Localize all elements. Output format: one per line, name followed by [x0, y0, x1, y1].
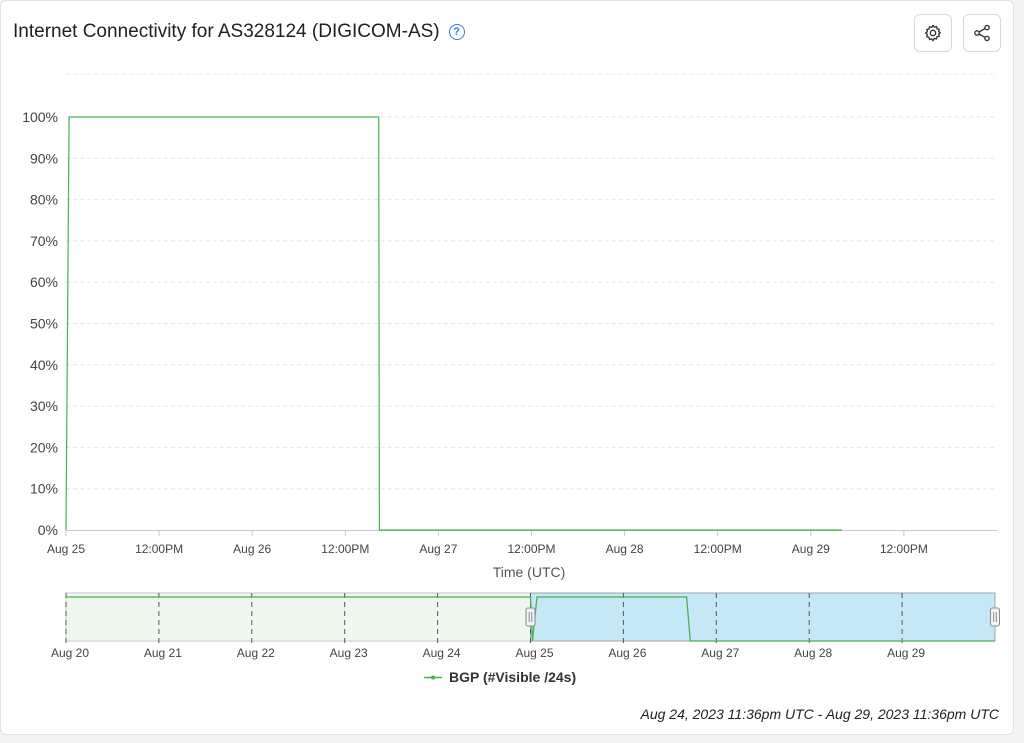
navigator-ticks: Aug 20 Aug 21 Aug 22 Aug 23 Aug 24 Aug 25 Aug … [51, 646, 925, 660]
x-axis-ticks: Aug 25 12:00PM Aug 26 12:00PM Aug 27 12:00PM A… [47, 530, 928, 556]
y-tick-label: 90% [30, 150, 58, 166]
x-tick-label: Aug 29 [792, 542, 830, 556]
navigator-tick-label: Aug 26 [608, 646, 646, 660]
y-tick-label: 70% [30, 233, 58, 249]
navigator-tick-label: Aug 22 [237, 646, 275, 660]
x-axis-label: Time (UTC) [493, 564, 566, 580]
x-tick-label: 12:00PM [321, 542, 369, 556]
legend-dot-marker [431, 675, 435, 680]
navigator-tick-label: Aug 23 [330, 646, 368, 660]
x-tick-label: 12:00PM [135, 542, 183, 556]
y-tick-label: 40% [30, 357, 58, 373]
navigator-right-handle[interactable] [990, 607, 1000, 627]
time-navigator[interactable]: Aug 20 Aug 21 Aug 22 Aug 23 Aug 24 Aug 25 Aug … [51, 592, 1000, 660]
y-tick-label: 80% [30, 192, 58, 208]
main-chart[interactable]: 0% 10% 20% 30% 40% 50% 60% 70% 80% 90% 100% Aug 25… [1, 1, 1013, 701]
y-tick-label: 50% [30, 316, 58, 332]
y-tick-label: 30% [30, 398, 58, 414]
x-tick-label: 12:00PM [694, 542, 742, 556]
legend-label[interactable]: BGP (#Visible /24s) [449, 669, 576, 685]
y-tick-label: 10% [30, 481, 58, 497]
x-tick-label: Aug 27 [419, 542, 457, 556]
y-tick-label: 20% [30, 439, 58, 455]
chart-panel: Internet Connectivity for AS328124 (DIGI… [0, 0, 1014, 735]
navigator-tick-label: Aug 21 [144, 646, 182, 660]
x-tick-label: 12:00PM [880, 542, 928, 556]
y-tick-label: 0% [38, 522, 58, 538]
navigator-tick-label: Aug 24 [423, 646, 461, 660]
grid-layer [66, 73, 997, 531]
x-tick-label: Aug 25 [47, 542, 85, 556]
y-tick-label: 100% [22, 109, 58, 125]
time-range-label: Aug 24, 2023 11:36pm UTC - Aug 29, 2023 … [640, 706, 999, 722]
navigator-tick-label: Aug 28 [794, 646, 832, 660]
x-tick-label: Aug 28 [606, 542, 644, 556]
navigator-left-handle[interactable] [525, 607, 536, 627]
navigator-selection[interactable] [530, 592, 996, 642]
navigator-tick-label: Aug 29 [887, 646, 925, 660]
navigator-tick-label: Aug 25 [515, 646, 553, 660]
navigator-tick-label: Aug 20 [51, 646, 89, 660]
x-tick-label: Aug 26 [233, 542, 271, 556]
y-axis-ticks: 0% 10% 20% 30% 40% 50% 60% 70% 80% 90% 100% [22, 109, 58, 538]
legend[interactable]: BGP (#Visible /24s) [424, 669, 576, 685]
navigator-tick-label: Aug 27 [701, 646, 739, 660]
x-tick-label: 12:00PM [507, 542, 555, 556]
y-tick-label: 60% [30, 274, 58, 290]
